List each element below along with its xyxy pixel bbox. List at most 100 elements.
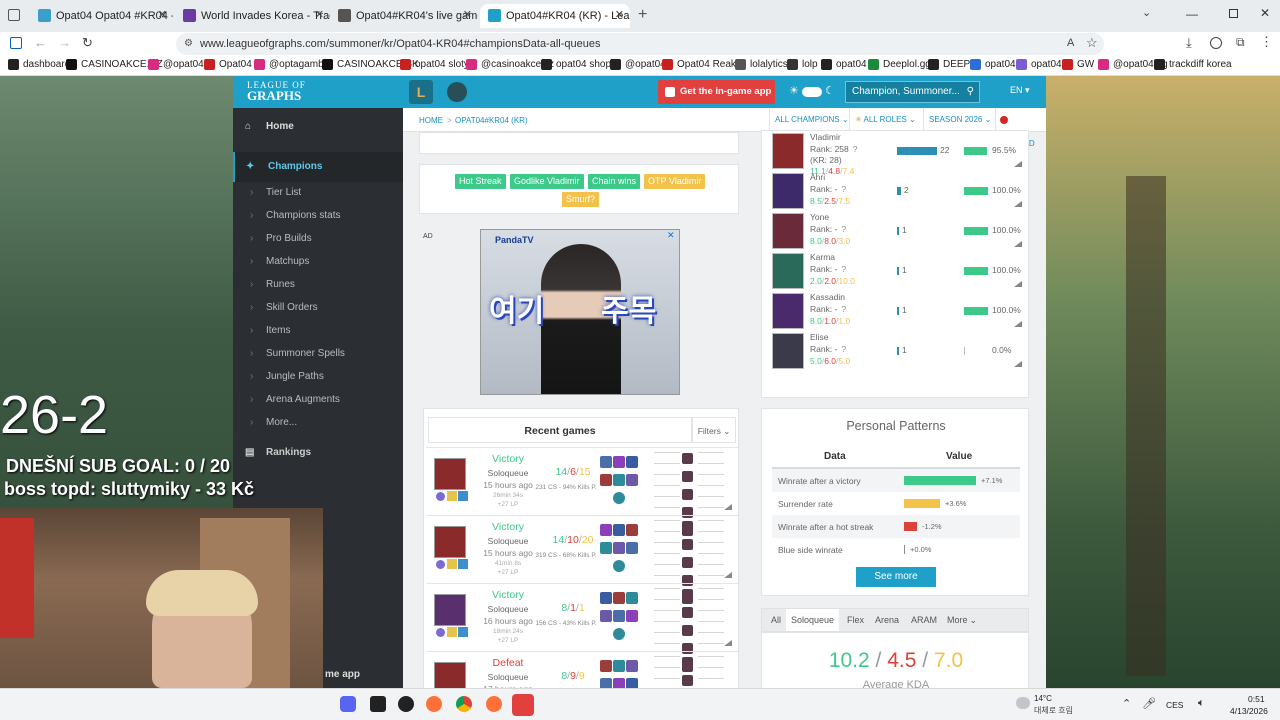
filter-all-champions[interactable]: ALL CHAMPIONS ⌄ (769, 108, 854, 132)
menu-icon[interactable]: ⋮ (1260, 34, 1273, 50)
bookmark-item[interactable]: Opat04 (204, 59, 252, 70)
help-icon[interactable]: ? (841, 224, 846, 234)
tab-3[interactable]: Opat04#KR04's live game - Porc ✕ (330, 4, 478, 28)
sidebar-item-2[interactable]: › Pro Builds (233, 228, 403, 250)
bookmark-item[interactable]: dashboard (8, 59, 70, 70)
get-app-button[interactable]: Get the in-game app (658, 80, 775, 104)
collections-icon[interactable] (10, 37, 22, 49)
tag-smurf[interactable]: Smurf? (562, 192, 600, 207)
back-icon[interactable]: ← (34, 35, 47, 50)
translate-icon[interactable]: A (1067, 37, 1074, 49)
player-champion-icon[interactable] (682, 589, 693, 600)
kda-tab-4[interactable]: ARAM (906, 609, 942, 631)
language-select[interactable]: EN ▾ (1010, 85, 1030, 96)
site-info-icon[interactable]: ⚙ (184, 33, 193, 55)
taskbar-firefox-icon[interactable] (486, 696, 502, 712)
sidebar-item-home[interactable]: ⌂ Home (233, 116, 403, 138)
champion-row[interactable]: Karma Rank: -? 2.0/2.0/10.0 1 100.0% (770, 251, 1022, 291)
clock-time[interactable]: 0:51 (1248, 694, 1265, 704)
game-row[interactable]: Victory Soloqueue 15 hours ago 41min 8s +27 … (426, 515, 738, 604)
help-icon[interactable]: ? (841, 264, 846, 274)
expand-chevron-icon[interactable] (1014, 281, 1022, 287)
bookmark-item[interactable]: opat04 (821, 59, 867, 70)
bookmark-item[interactable]: GW (1062, 59, 1094, 70)
player-champion-icon[interactable] (682, 607, 693, 618)
champion-row[interactable]: Kassadin Rank: -? 8.0/1.0/1.0 1 100.0% (770, 291, 1022, 331)
champion-row[interactable]: Vladimir Rank: 258? (KR: 28) 11.1/4.8/7.4 22… (770, 131, 1022, 176)
search-icon[interactable]: ⚲ (967, 82, 974, 102)
tab-list-icon[interactable] (8, 9, 20, 21)
ad-banner[interactable]: PandaTV ✕ 여기 주목 (480, 229, 680, 395)
taskbar-discord-icon[interactable] (340, 696, 356, 712)
sidebar-item-8[interactable]: › Jungle Paths (233, 366, 403, 388)
see-more-button[interactable]: See more (856, 567, 936, 587)
kda-tab-1[interactable]: Soloqueue (786, 609, 840, 631)
expand-chevron-icon[interactable] (724, 640, 732, 646)
tab-close-icon[interactable]: ✕ (158, 8, 167, 21)
profile-icon[interactable] (1210, 37, 1222, 49)
sidebar-item-6[interactable]: › Items (233, 320, 403, 342)
favorite-star-icon[interactable]: ☆ (1086, 35, 1098, 51)
bookmark-item[interactable]: Deeplol.gg (868, 59, 931, 70)
champion-row[interactable]: Ahri Rank: -? 8.5/2.5/7.5 2 100.0% (770, 171, 1022, 211)
record-button[interactable]: RECORD (995, 108, 1046, 148)
expand-chevron-icon[interactable] (724, 504, 732, 510)
expand-chevron-icon[interactable] (1014, 321, 1022, 327)
sidebar-item-rankings[interactable]: ▤ Rankings (233, 442, 403, 464)
bookmark-item[interactable]: lolp (787, 59, 818, 70)
bookmark-item[interactable]: opat04 shop (541, 59, 611, 70)
weather-desc[interactable]: 대체로 흐림 (1034, 705, 1073, 716)
search-box[interactable]: Champion, Summoner... ⚲ (845, 81, 980, 103)
new-tab-icon[interactable]: + (638, 6, 647, 24)
breadcrumb-summoner[interactable]: OPAT04#KR04 (KR) (455, 116, 528, 125)
url-input[interactable]: ⚙ www.leagueofgraphs.com/summoner/kr/Opa… (176, 33, 1104, 55)
taskbar-chrome-icon[interactable] (456, 696, 472, 712)
tag-godlike-vladimir[interactable]: Godlike Vladimir (510, 174, 584, 189)
help-icon[interactable]: ? (841, 184, 846, 194)
tag-hot-streak[interactable]: Hot Streak (455, 174, 506, 189)
tft-game-icon[interactable] (447, 82, 467, 102)
filter-season[interactable]: SEASON 2026 ⌄ (923, 108, 996, 132)
taskbar-app-icon[interactable] (370, 696, 386, 712)
tab-close-icon[interactable]: ✕ (615, 8, 624, 21)
tab-close-icon[interactable]: ✕ (315, 8, 324, 21)
weather-temp[interactable]: 14°C (1034, 694, 1052, 703)
bookmark-item[interactable]: lolalytics (735, 59, 788, 70)
tab-1[interactable]: Opat04 Opat04 #KR04 - LOL ST ✕ (30, 4, 173, 28)
tag-chain-wins[interactable]: Chain wins (588, 174, 641, 189)
player-champion-icon[interactable] (682, 625, 693, 636)
bookmark-item[interactable]: opat04 (1016, 59, 1062, 70)
tab-close-icon[interactable]: ✕ (463, 8, 472, 21)
sidebar-app-link[interactable]: me app (325, 669, 360, 680)
sidebar-item-1[interactable]: › Champions stats (233, 205, 403, 227)
reload-icon[interactable]: ↻ (82, 35, 93, 51)
sidebar-item-9[interactable]: › Arena Augments (233, 389, 403, 411)
player-champion-icon[interactable] (682, 557, 693, 568)
player-champion-icon[interactable] (682, 453, 693, 464)
player-champion-icon[interactable] (682, 489, 693, 500)
minimize-icon[interactable]: — (1186, 7, 1198, 21)
theme-toggle[interactable] (802, 87, 822, 97)
sidebar-item-10[interactable]: › More... (233, 412, 403, 434)
kda-tab-2[interactable]: Flex (842, 609, 869, 631)
maximize-icon[interactable] (1229, 9, 1238, 18)
expand-chevron-icon[interactable] (1014, 241, 1022, 247)
breadcrumb-home[interactable]: HOME (419, 116, 443, 125)
lol-game-icon[interactable]: L (409, 80, 433, 104)
player-champion-icon[interactable] (682, 471, 693, 482)
player-champion-icon[interactable] (682, 521, 693, 532)
bookmark-item[interactable]: @opat04 (610, 59, 666, 70)
game-row[interactable]: DefeatSoloqueue17 hours ago8/9/9 (426, 651, 738, 688)
kda-tab-3[interactable]: Arena (870, 609, 904, 631)
bookmark-item[interactable]: opat04 sloty (400, 59, 469, 70)
bookmark-item[interactable]: opat04 (970, 59, 1016, 70)
player-champion-icon[interactable] (682, 675, 693, 686)
bookmark-item[interactable]: @opat04x (148, 59, 209, 70)
clock-date[interactable]: 4/13/2026 (1230, 706, 1268, 716)
volume-icon[interactable]: 🔈︎ (1198, 697, 1205, 710)
expand-chevron-icon[interactable] (724, 572, 732, 578)
filter-all-roles[interactable]: ✳ ALL ROLES ⌄ (849, 108, 921, 132)
tab-search-icon[interactable]: ⌄ (1142, 6, 1151, 19)
site-logo[interactable]: LEAGUE OF GRAPHS (247, 80, 322, 106)
mic-icon[interactable]: 🎤︎ (1142, 697, 1156, 710)
